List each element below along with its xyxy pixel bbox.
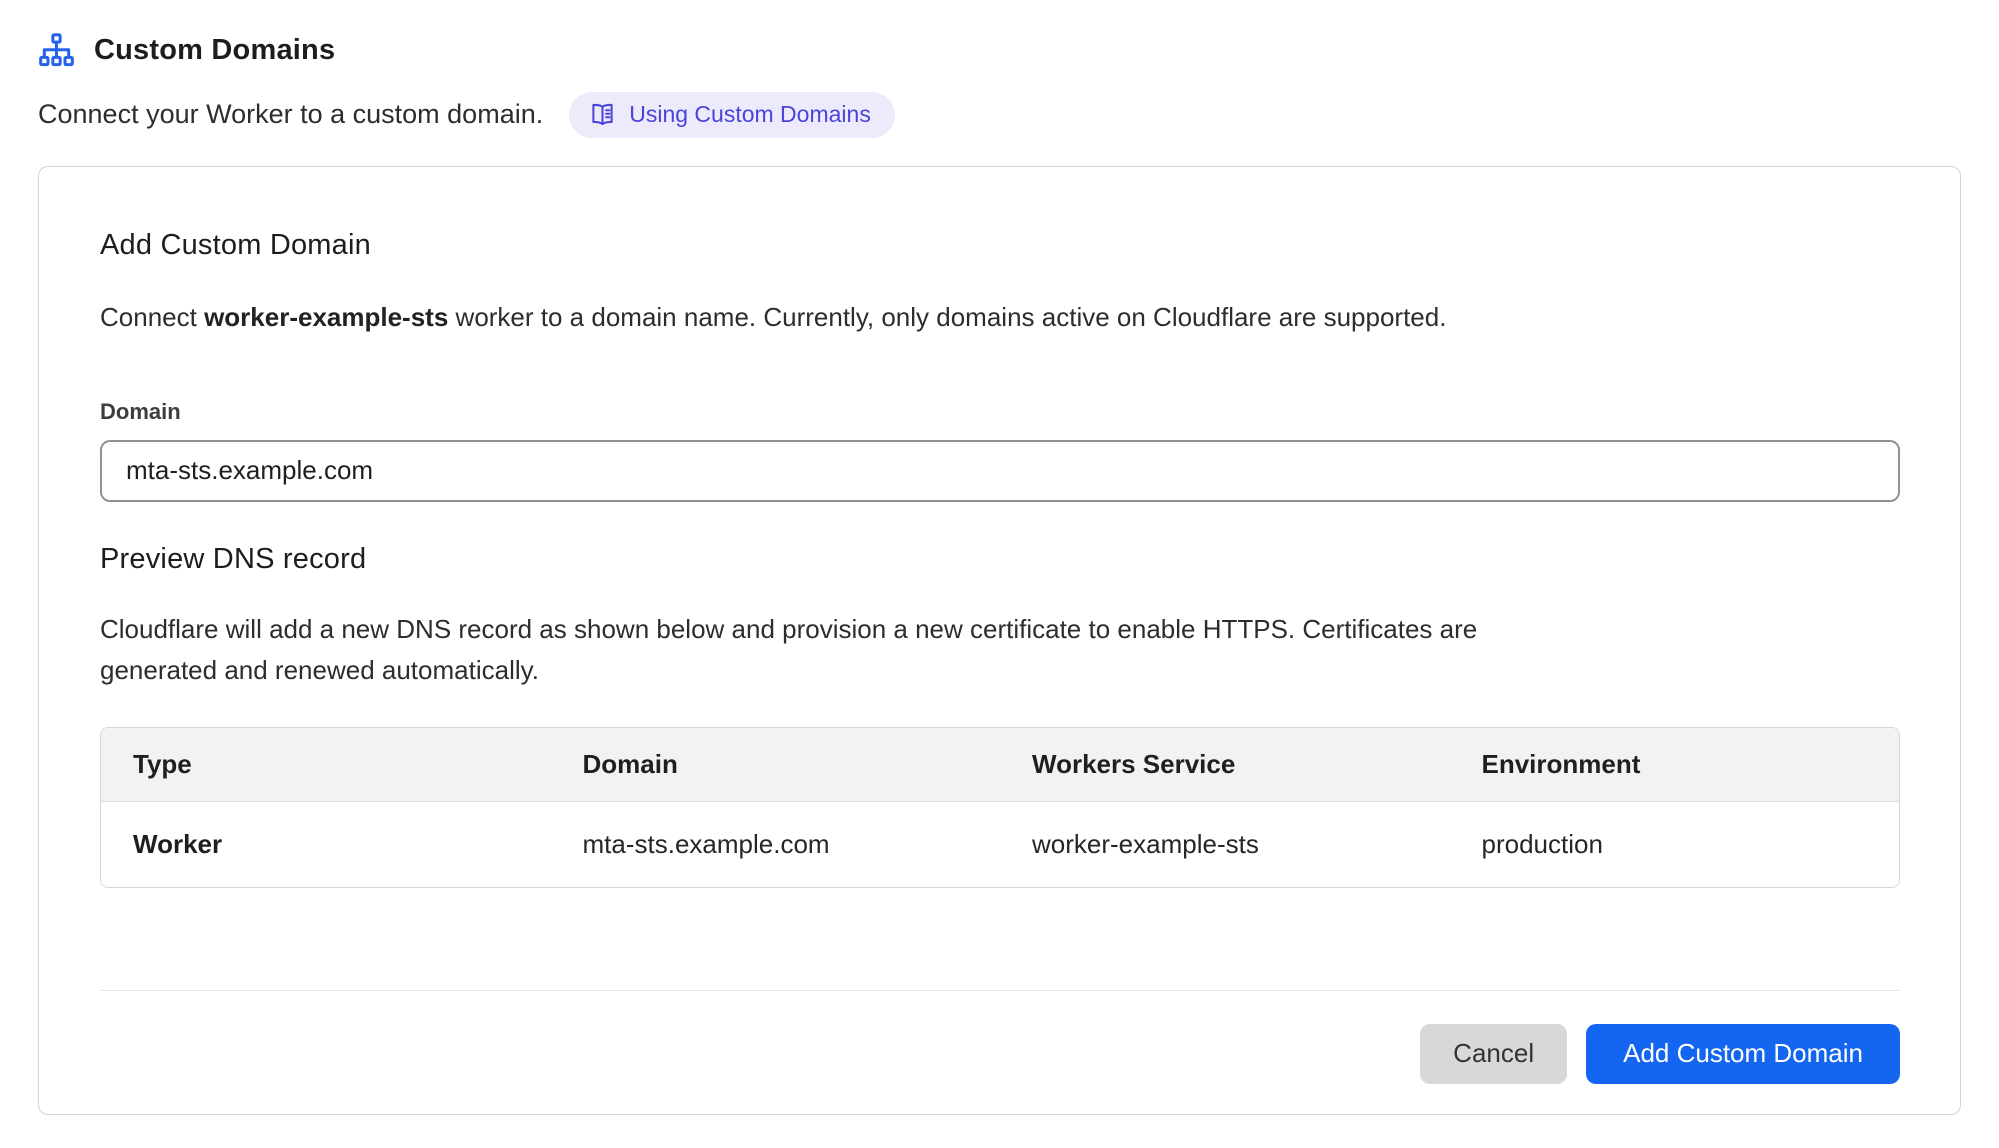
table-header-row: Type Domain Workers Service Environment <box>101 728 1899 802</box>
book-open-icon <box>589 101 616 128</box>
preview-dns-description: Cloudflare will add a new DNS record as … <box>100 609 1600 691</box>
domain-input[interactable] <box>100 440 1900 502</box>
page-subtitle: Connect your Worker to a custom domain. <box>38 99 543 130</box>
add-custom-domain-card: Add Custom Domain Connect worker-example… <box>38 166 1961 1115</box>
column-header-domain: Domain <box>551 728 1001 802</box>
column-header-workers-service: Workers Service <box>1000 728 1450 802</box>
page-title: Custom Domains <box>94 34 335 67</box>
page-subtitle-row: Connect your Worker to a custom domain. … <box>38 92 1961 138</box>
add-custom-domain-button[interactable]: Add Custom Domain <box>1586 1024 1900 1084</box>
page-header: Custom Domains <box>38 33 1961 68</box>
footer-actions: Cancel Add Custom Domain <box>100 991 1900 1084</box>
dns-preview-table: Type Domain Workers Service Environment … <box>101 728 1899 887</box>
card-heading: Add Custom Domain <box>100 229 1900 262</box>
dns-preview-table-container: Type Domain Workers Service Environment … <box>100 727 1900 888</box>
preview-dns-heading: Preview DNS record <box>100 543 1900 576</box>
worker-name: worker-example-sts <box>204 302 448 332</box>
cancel-button[interactable]: Cancel <box>1420 1024 1567 1084</box>
card-intro: Connect worker-example-sts worker to a d… <box>100 302 1900 333</box>
cell-domain: mta-sts.example.com <box>551 801 1001 887</box>
sitemap-icon <box>38 33 75 68</box>
domain-field-label: Domain <box>100 399 1900 425</box>
column-header-type: Type <box>101 728 551 802</box>
table-row: Worker mta-sts.example.com worker-exampl… <box>101 801 1899 887</box>
docs-link-badge[interactable]: Using Custom Domains <box>569 92 895 138</box>
intro-suffix: worker to a domain name. Currently, only… <box>448 302 1446 332</box>
cell-type: Worker <box>101 801 551 887</box>
intro-prefix: Connect <box>100 302 204 332</box>
custom-domains-page: Custom Domains Connect your Worker to a … <box>0 0 1999 1115</box>
docs-link-label: Using Custom Domains <box>629 101 871 129</box>
cell-environment: production <box>1450 801 1900 887</box>
column-header-environment: Environment <box>1450 728 1900 802</box>
cell-workers-service: worker-example-sts <box>1000 801 1450 887</box>
